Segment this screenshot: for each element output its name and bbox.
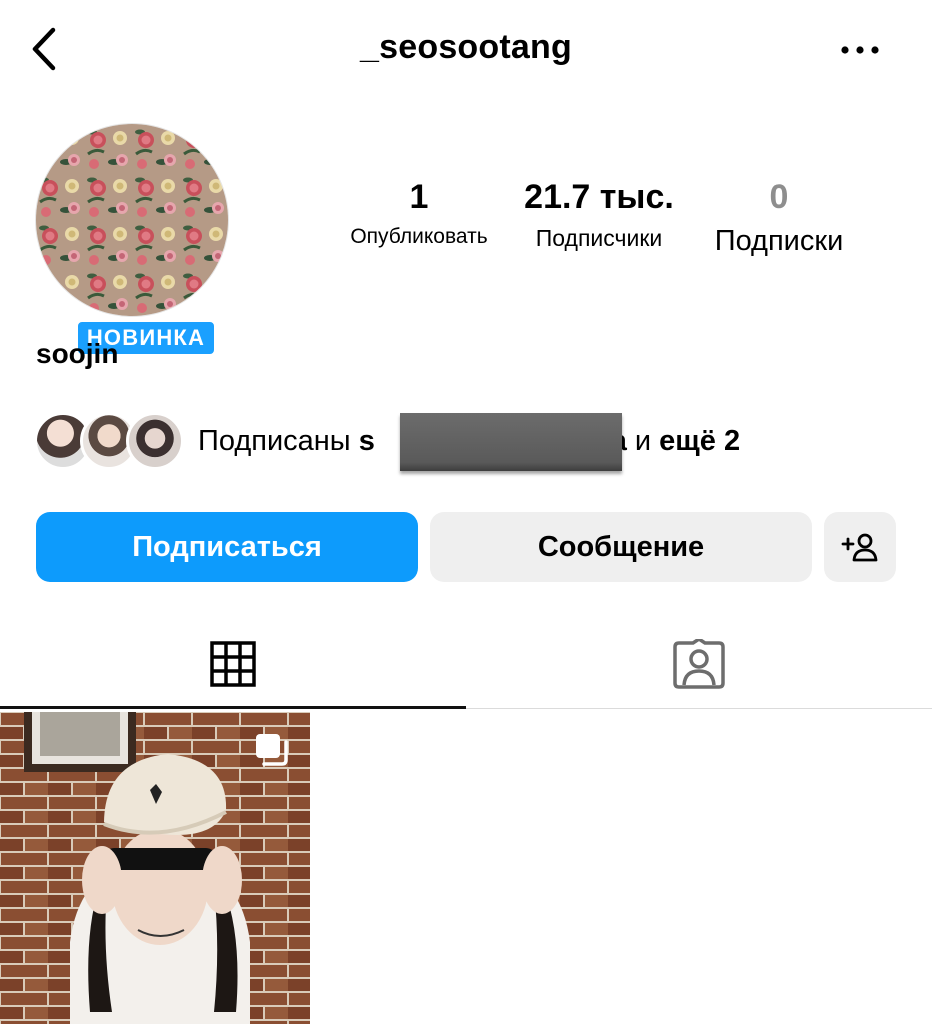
followers-count: 21.7 тыс. <box>524 178 674 216</box>
redaction-box <box>400 413 622 471</box>
display-name: soojin <box>36 338 119 369</box>
posts-stat[interactable]: 1 Опубликовать <box>330 178 508 249</box>
add-person-icon <box>841 533 878 562</box>
tab-tagged[interactable] <box>466 620 932 708</box>
posts-count: 1 <box>409 178 429 216</box>
following-count: 0 <box>769 178 789 216</box>
profile-username: _seosootang <box>360 28 572 66</box>
followed-by-name-start: s <box>358 425 375 457</box>
more-options-button[interactable] <box>830 30 890 70</box>
profile-avatar[interactable] <box>36 124 228 316</box>
tab-divider <box>466 708 932 709</box>
mutual-followers-avatars[interactable] <box>34 412 184 474</box>
mutual-avatar-3 <box>126 412 184 470</box>
follow-button[interactable]: Подписаться <box>36 512 418 582</box>
tagged-person-icon <box>673 639 725 689</box>
posts-label: Опубликовать <box>350 225 488 248</box>
following-stat[interactable]: 0 Подписки <box>690 178 868 258</box>
active-tab-indicator <box>0 706 466 709</box>
followed-by-conjunction: и <box>626 425 660 457</box>
followed-by-prefix: Подписаны <box>198 425 359 457</box>
multiple-photos-icon <box>256 734 288 766</box>
followers-stat[interactable]: 21.7 тыс. Подписчики <box>510 178 688 252</box>
tab-posts-grid[interactable] <box>0 620 466 708</box>
message-button[interactable]: Сообщение <box>430 512 812 582</box>
grid-icon <box>210 641 256 687</box>
floral-avatar-image <box>36 124 228 316</box>
suggest-people-button[interactable] <box>824 512 896 582</box>
followers-label: Подписчики <box>535 225 663 251</box>
followed-by-more: ещё 2 <box>659 425 741 457</box>
following-label: Подписки <box>714 225 844 257</box>
more-horizontal-icon <box>841 46 879 54</box>
